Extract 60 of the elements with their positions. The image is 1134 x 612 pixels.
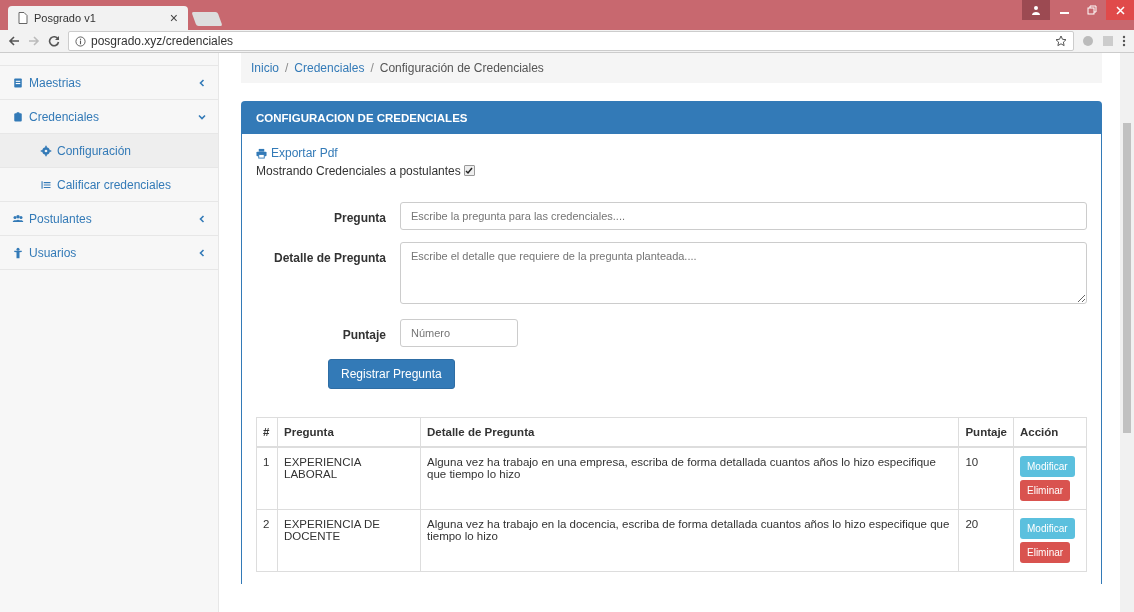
list-icon — [40, 178, 52, 191]
panel-title: CONFIGURACION DE CREDENCIALES — [242, 102, 1101, 134]
caret-icon — [198, 214, 206, 223]
browser-tab[interactable]: Posgrado v1 × — [8, 6, 188, 30]
field-label: Detalle de Pregunta — [272, 249, 386, 265]
page-icon — [18, 12, 28, 24]
address-field[interactable]: posgrado.xyz/credenciales — [68, 31, 1074, 51]
caret-icon — [198, 248, 206, 257]
person-icon — [12, 246, 24, 259]
scrollbar[interactable] — [1120, 53, 1134, 612]
gear-icon — [40, 144, 52, 157]
question-field[interactable]: Escribe la pregunta para las credenciales.... — [400, 201, 1087, 230]
sidebar-subitem[interactable]: Configuración — [0, 134, 218, 168]
sidebar-item[interactable]: Maestrias — [0, 66, 218, 100]
breadcrumb-separator: / — [285, 61, 289, 75]
delete-button[interactable]: Eliminar — [1020, 541, 1071, 563]
caret-icon — [198, 112, 206, 121]
profile-icon[interactable] — [1022, 0, 1050, 20]
table-cell: 10 — [958, 446, 1014, 509]
column-header: Acción — [1013, 417, 1087, 447]
field-label: Pregunta — [333, 209, 386, 225]
book-icon — [12, 76, 24, 89]
info-icon[interactable] — [75, 35, 86, 47]
column-header: Puntaje — [958, 417, 1014, 447]
sidebar-subitem[interactable]: Calificar credenciales — [0, 168, 218, 202]
table-cell: 20 — [958, 509, 1014, 571]
register-button[interactable]: Registrar Pregunta — [328, 358, 455, 389]
caret-icon — [198, 78, 206, 87]
show-credentials-checkbox[interactable] — [463, 165, 475, 176]
reload-icon[interactable] — [48, 35, 60, 47]
breadcrumb-link[interactable]: Credenciales — [294, 61, 365, 75]
new-tab-button[interactable] — [191, 12, 223, 26]
column-header: Detalle de Pregunta — [420, 417, 959, 447]
field-label: Puntaje — [341, 326, 386, 342]
print-icon — [256, 147, 267, 159]
column-header: # — [256, 417, 278, 447]
breadcrumb-current: Configuración de Credenciales — [379, 61, 544, 75]
delete-button[interactable]: Eliminar — [1020, 479, 1071, 501]
sidebar-item[interactable]: Usuarios — [0, 236, 218, 270]
table-cell: Alguna vez ha trabajo en una empresa, escriba de forma detallada cuantos años lo hizo especifique que tiempo lo hizo — [420, 446, 959, 509]
detail-textarea[interactable]: Escribe el detalle que requiere de la pregunta planteada.... — [400, 241, 1087, 304]
back-icon[interactable] — [8, 35, 20, 47]
table-cell: 1 — [256, 446, 278, 509]
breadcrumb-link[interactable]: Inicio — [251, 61, 279, 75]
users-icon — [12, 212, 24, 225]
show-credentials-label: Mostrando Credenciales a postulantes — [256, 163, 461, 178]
clipboard-icon — [12, 110, 24, 123]
table-cell: 2 — [256, 509, 278, 571]
table-cell: EXPERIENCIA DE DOCENTE — [277, 509, 421, 571]
score-field[interactable]: Número — [400, 318, 518, 347]
close-window-icon[interactable] — [1106, 0, 1134, 20]
sidebar-item[interactable]: Postulantes — [0, 202, 218, 236]
breadcrumb-separator: / — [370, 61, 374, 75]
column-header: Pregunta — [277, 417, 421, 447]
close-tab-button[interactable]: × — [169, 10, 178, 26]
export-pdf-link[interactable]: Exportar Pdf — [256, 146, 338, 160]
star-icon[interactable] — [1055, 35, 1067, 47]
table-cell: Alguna vez ha trabajo en la docencia, escriba de forma detallada cuantos años lo hizo especifique que tiempo lo hizo — [420, 509, 959, 571]
menu-icon[interactable] — [1122, 35, 1126, 47]
table-cell: EXPERIENCIA LABORAL — [277, 446, 421, 509]
